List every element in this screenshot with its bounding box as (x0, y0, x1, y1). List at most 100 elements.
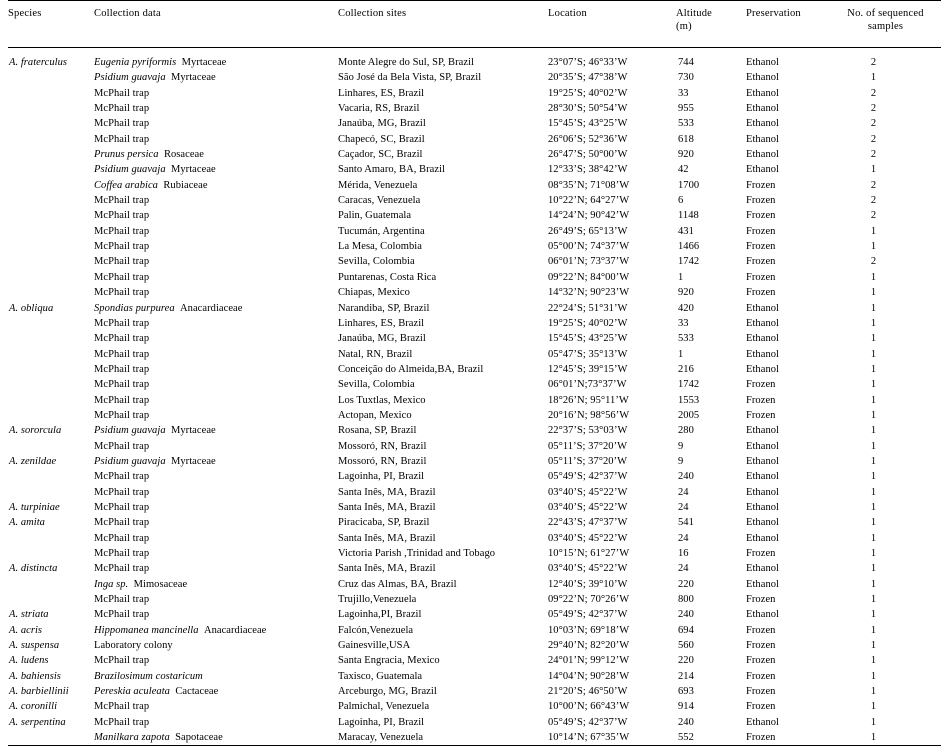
cell-location: 23°07’S; 46°33’W (548, 57, 628, 68)
table-row: A. obliqua Spondias purpurea Anacardiacea… (8, 301, 941, 316)
cell-altitude: 280 (678, 425, 694, 437)
cell-location: 06°01’N;73°37’W (548, 379, 627, 391)
cell-altitude: 914 (678, 701, 694, 713)
cell-preservation: Ethanol (746, 363, 780, 375)
cell-altitude: 694 (678, 624, 694, 636)
cell-sequenced-samples: 1 (870, 72, 877, 84)
cell-collection-site: Janaúba, MG, Brazil (338, 333, 426, 345)
column-header-preservation: Preservation (746, 8, 801, 19)
collection-family-or-method: McPhail trap (94, 471, 150, 483)
collection-family-or-method: Anacardiaceae (180, 302, 243, 314)
collection-family-or-method: McPhail trap (94, 271, 150, 283)
cell-collection-site: Puntarenas, Costa Rica (338, 271, 437, 283)
table-header: Species Collection data Collection sites… (8, 0, 941, 48)
cell-location: 29°40’N; 82°20’W (548, 640, 630, 652)
cell-collection-data: Hippomanea mancinella Anacardiaceae (94, 623, 338, 638)
cell-collection-site: Sevilla, Colombia (338, 379, 415, 391)
cell-collection-data: Brazilosimum costaricum (94, 669, 338, 684)
cell-species (8, 270, 94, 285)
cell-sequenced-samples: 1 (870, 440, 877, 452)
collection-family-or-method: McPhail trap (94, 133, 150, 145)
cell-altitude: 1700 (678, 179, 700, 191)
cell-sequenced-samples: 2 (870, 118, 877, 130)
cell-collection-site: Santa Inês, MA, Brazil (338, 563, 436, 575)
cell-preservation: Frozen (746, 594, 776, 606)
cell-preservation: Ethanol (746, 471, 780, 483)
cell-species: A. serpentina (9, 716, 66, 728)
table-row: A. amita McPhail trap Piracicaba, SP, Braz… (8, 515, 941, 530)
cell-location: 19°25’S; 40°02’W (548, 87, 628, 99)
cell-sequenced-samples: 1 (870, 655, 877, 667)
cell-collection-data: McPhail trap (94, 101, 338, 116)
cell-sequenced-samples: 1 (870, 333, 877, 345)
cell-location: 18°26’N; 95°11’W (548, 394, 629, 406)
table-row: McPhail trap Chiapas, Mexico 14°32’N; 90°2… (8, 285, 941, 300)
cell-sequenced-samples: 1 (870, 363, 877, 375)
collection-host-scientific-name: Psidium guavaja (94, 455, 166, 467)
cell-species (8, 531, 94, 546)
cell-altitude: 552 (678, 732, 694, 744)
cell-sequenced-samples: 1 (870, 732, 877, 744)
cell-preservation: Ethanol (746, 72, 780, 84)
cell-collection-site: Lagoinha, PI, Brazil (338, 471, 425, 483)
cell-location: 05°00’N; 74°37’W (548, 241, 630, 253)
collection-family-or-method: McPhail trap (94, 363, 150, 375)
collection-family-or-method: McPhail trap (94, 103, 150, 115)
collection-host-scientific-name: Psidium guavaja (94, 164, 166, 176)
cell-sequenced-samples: 1 (870, 670, 877, 682)
cell-species: A. ludens (9, 655, 49, 667)
table-row: McPhail trap La Mesa, Colombia 05°00’N; 74… (8, 239, 941, 254)
cell-altitude: 33 (678, 87, 689, 99)
table-row: A. bahiensis Brazilosimum costaricum Taxis… (8, 669, 941, 684)
cell-species (8, 86, 94, 101)
cell-altitude: 1742 (678, 379, 700, 391)
table-row: A. sororcula Psidium guavaja Myrtaceae Ros… (8, 423, 941, 438)
cell-collection-data: McPhail trap (94, 377, 338, 392)
table-row: A. suspensa Laboratory colony Gainesville,… (8, 638, 941, 653)
cell-altitude: 16 (678, 548, 689, 559)
cell-species: A. acris (9, 624, 43, 636)
cell-altitude: 1 (678, 348, 684, 360)
cell-collection-site: Santa Inês, MA, Brazil (338, 501, 436, 513)
cell-location: 28°30’S; 50°54’W (548, 103, 628, 115)
cell-location: 10°03’N; 69°18’W (548, 624, 630, 636)
column-header-altitude: Altitude (m) (676, 1, 746, 48)
cell-species (8, 316, 94, 331)
collection-family-or-method: McPhail trap (94, 241, 150, 253)
cell-collection-site: Trujillo,Venezuela (338, 594, 417, 606)
table-row: McPhail trap Puntarenas, Costa Rica 09°22’… (8, 270, 941, 285)
cell-preservation: Frozen (746, 379, 776, 391)
table-row: McPhail trap Natal, RN, Brazil 05°47’S; 35… (8, 347, 941, 362)
collection-family-or-method: Rubiaceae (163, 179, 208, 191)
cell-altitude: 9 (678, 440, 684, 452)
cell-species (8, 377, 94, 392)
table-spacer-row (8, 48, 941, 56)
cell-location: 22°24’S; 51°31’W (548, 302, 628, 314)
cell-sequenced-samples: 2 (870, 179, 877, 191)
cell-altitude: 1553 (678, 394, 700, 406)
collection-family-or-method: McPhail trap (94, 379, 150, 391)
collection-family-or-method: Myrtaceae (170, 455, 216, 467)
cell-collection-data: McPhail trap (94, 224, 338, 239)
cell-species: A. bahiensis (9, 670, 61, 682)
cell-species (8, 408, 94, 423)
cell-location: 10°00’N; 66°43’W (548, 701, 630, 713)
cell-location: 05°49’S; 42°37’W (548, 471, 628, 483)
cell-collection-data: McPhail trap (94, 500, 338, 515)
cell-location: 24°01’N; 99°12’W (548, 655, 630, 667)
cell-location: 21°20’S; 46°50’W (548, 686, 628, 698)
cell-collection-site: Gainesville,USA (338, 640, 411, 652)
cell-preservation: Ethanol (746, 440, 780, 452)
cell-collection-site: Conceição do Almeida,BA, Brazil (338, 363, 484, 375)
table-container: Species Collection data Collection sites… (0, 0, 949, 745)
cell-species: A. fraterculus (9, 57, 68, 68)
cell-preservation: Frozen (746, 640, 776, 652)
cell-collection-data: McPhail trap (94, 86, 338, 101)
cell-altitude: 24 (678, 563, 689, 575)
cell-collection-data: Inga sp. Mimosaceae (94, 577, 338, 592)
cell-preservation: Frozen (746, 241, 776, 253)
cell-preservation: Ethanol (746, 57, 780, 68)
cell-sequenced-samples: 1 (870, 379, 877, 391)
table-row: A. striata McPhail trap Lagoinha,PI, Brazi… (8, 607, 941, 622)
cell-sequenced-samples: 2 (870, 103, 877, 115)
